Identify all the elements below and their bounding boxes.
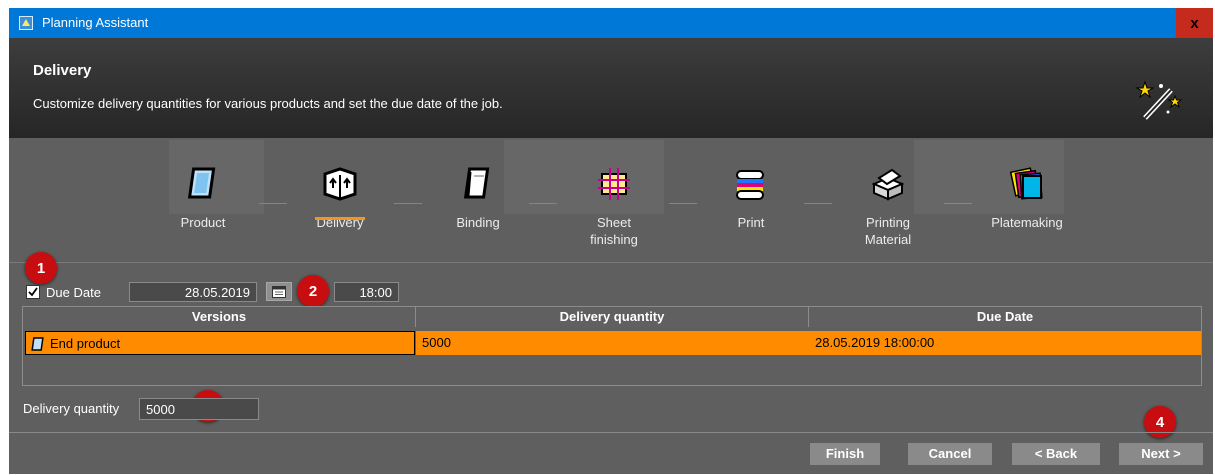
cell-delivery-quantity[interactable]: 5000 — [416, 331, 809, 355]
separator — [9, 432, 1213, 433]
callout-badge-1: 1 — [25, 252, 57, 284]
step-label: Printing Material — [864, 215, 912, 247]
sheet-finishing-icon — [598, 168, 630, 200]
delivery-quantity-input[interactable]: 5000 — [139, 398, 259, 420]
checkmark-icon — [28, 287, 38, 297]
close-icon: x — [1190, 14, 1199, 32]
step-label: Product — [180, 215, 226, 230]
product-icon — [187, 167, 216, 199]
step-connector — [804, 203, 832, 204]
planning-assistant-window: Planning Assistant x Delivery Customize … — [9, 8, 1213, 474]
back-button[interactable]: < Back — [1012, 443, 1100, 465]
cell-due-date[interactable]: 28.05.2019 18:00:00 — [809, 331, 1201, 355]
app-icon — [19, 16, 33, 30]
magic-wand-icon — [1135, 80, 1183, 120]
callout-badge-4: 4 — [1144, 406, 1176, 438]
due-date-label: Due Date — [46, 285, 101, 300]
step-sheet-finishing[interactable]: Sheet finishing — [559, 138, 669, 248]
calendar-button[interactable] — [266, 282, 292, 301]
step-label: Sheet finishing — [590, 215, 638, 247]
close-button[interactable]: x — [1176, 8, 1213, 38]
step-print[interactable]: Print — [696, 138, 806, 231]
cancel-button[interactable]: Cancel — [908, 443, 992, 465]
delivery-quantity-label: Delivery quantity — [23, 401, 120, 416]
column-header-delivery-quantity[interactable]: Delivery quantity — [416, 307, 809, 327]
step-label: Binding — [456, 215, 500, 230]
print-rollers-icon — [736, 170, 764, 200]
due-date-input[interactable]: 28.05.2019 — [129, 282, 257, 302]
step-product[interactable]: Product — [148, 138, 258, 231]
step-connector — [944, 203, 972, 204]
step-connector — [394, 203, 422, 204]
column-header-versions[interactable]: Versions — [23, 307, 416, 327]
versions-table: Versions Delivery quantity Due Date End … — [22, 306, 1202, 386]
window-title: Planning Assistant — [42, 15, 149, 30]
step-connector — [669, 203, 697, 204]
page-header: Delivery Customize delivery quantities f… — [9, 38, 1213, 138]
separator — [9, 262, 1213, 263]
delivery-box-icon — [323, 167, 357, 201]
page-description: Customize delivery quantities for variou… — [33, 96, 503, 111]
platemaking-icon — [1009, 167, 1043, 200]
page-title: Delivery — [33, 62, 92, 79]
printing-material-icon — [871, 168, 905, 201]
active-step-indicator — [315, 217, 365, 220]
step-label: Print — [737, 215, 765, 230]
step-printing-material[interactable]: Printing Material — [833, 138, 943, 248]
cell-version[interactable]: End product — [25, 331, 415, 355]
step-connector — [529, 203, 557, 204]
due-date-checkbox[interactable] — [26, 285, 40, 299]
version-name: End product — [50, 336, 121, 351]
step-label: Platemaking — [991, 215, 1063, 230]
binding-icon — [463, 167, 490, 199]
step-platemaking[interactable]: Platemaking — [972, 138, 1082, 231]
product-icon — [31, 337, 44, 351]
column-header-due-date[interactable]: Due Date — [809, 307, 1201, 327]
title-bar: Planning Assistant x — [9, 8, 1213, 38]
due-time-input[interactable]: 18:00 — [334, 282, 399, 302]
step-binding[interactable]: Binding — [423, 138, 533, 231]
next-button[interactable]: Next > — [1119, 443, 1203, 465]
step-connector — [259, 203, 287, 204]
callout-badge-2: 2 — [297, 275, 329, 307]
wizard-steps: Product Delivery Binding Sheet finishing… — [9, 138, 1213, 262]
calendar-icon — [272, 286, 286, 298]
finish-button[interactable]: Finish — [810, 443, 880, 465]
